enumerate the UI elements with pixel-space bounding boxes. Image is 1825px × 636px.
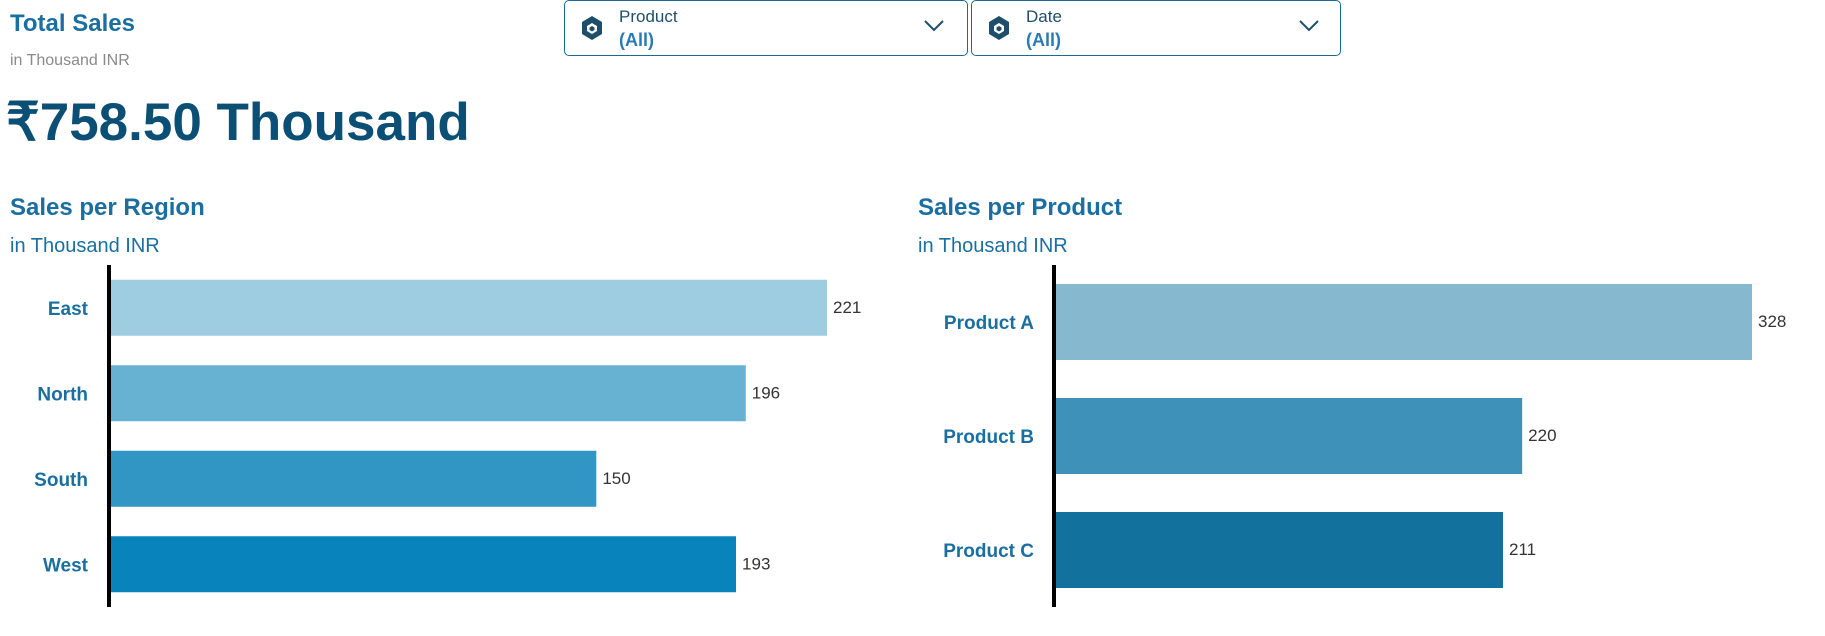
product-data-label: 211	[1509, 540, 1536, 559]
region-bar	[109, 450, 597, 507]
product-category-label: Product C	[943, 541, 1034, 562]
region-category-label: South	[34, 470, 88, 491]
product-bar	[1054, 398, 1523, 474]
product-bar	[1054, 512, 1504, 588]
region-data-label: 221	[833, 298, 861, 317]
region-category-label: East	[48, 299, 89, 320]
region-category-label: West	[43, 555, 89, 576]
region-bar	[109, 279, 827, 336]
charts-canvas: East 221 North 196 South 150 West 193 Product A 3…	[34, 265, 1786, 607]
region-data-label: 150	[602, 469, 630, 488]
product-category-label: Product B	[943, 427, 1034, 448]
region-data-label: 193	[742, 554, 770, 573]
region-bar	[109, 536, 737, 593]
region-bar	[109, 365, 746, 422]
region-category-label: North	[37, 384, 88, 405]
product-data-label: 220	[1528, 426, 1556, 445]
product-data-label: 328	[1758, 312, 1786, 331]
product-bar	[1054, 284, 1752, 360]
product-category-label: Product A	[944, 313, 1034, 334]
region-data-label: 196	[752, 383, 780, 402]
